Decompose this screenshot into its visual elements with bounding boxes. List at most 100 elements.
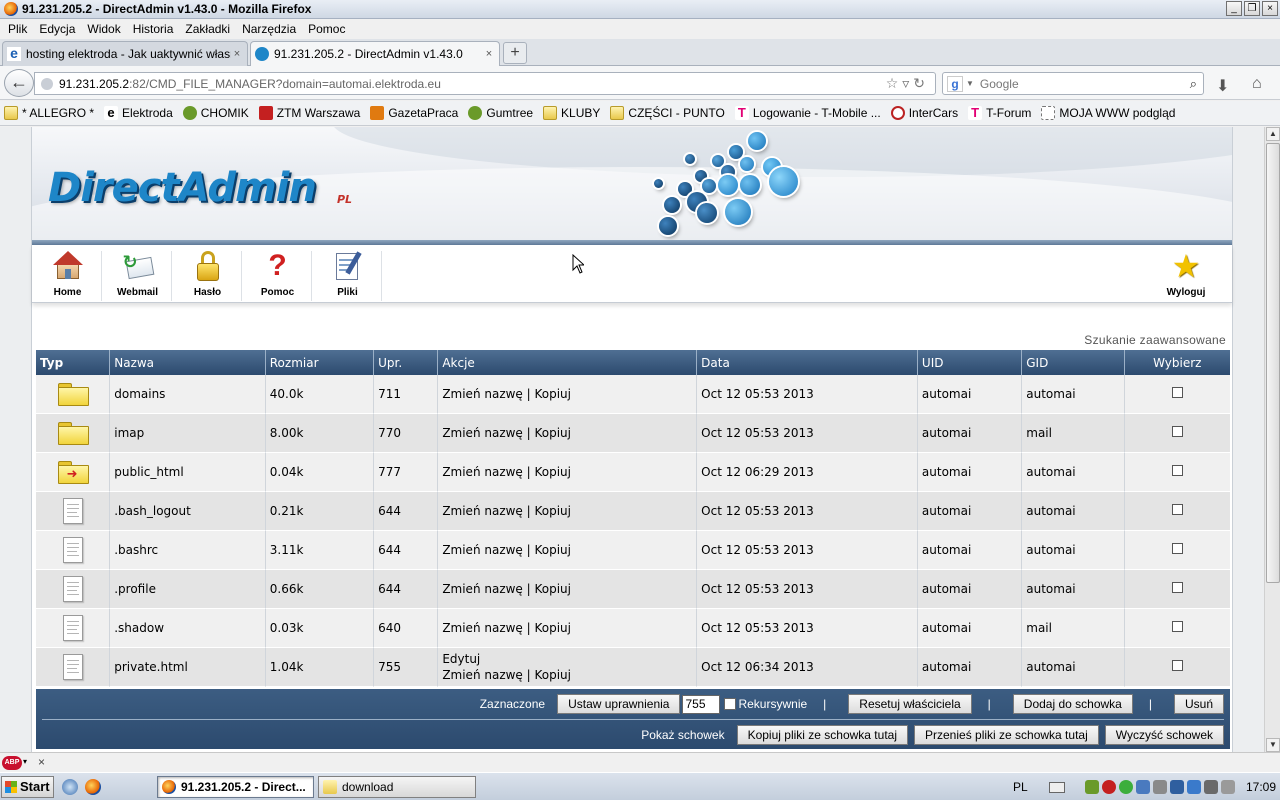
name-cell[interactable]: private.html — [110, 648, 266, 687]
menu-narzedzia[interactable]: Narzędzia — [236, 22, 302, 36]
toolbar-pliki[interactable]: Pliki — [314, 251, 382, 301]
clear-clipboard-button[interactable]: Wyczyść schowek — [1104, 725, 1224, 745]
rename-copy-links[interactable]: Zmień nazwę | Kopiuj — [442, 465, 571, 479]
folder-icon[interactable] — [57, 422, 89, 445]
col-rozmiar[interactable]: Rozmiar — [265, 350, 375, 375]
select-checkbox[interactable] — [1171, 426, 1183, 437]
name-cell[interactable]: .shadow — [110, 609, 266, 648]
move-from-clipboard-button[interactable]: Przenieś pliki ze schowka tutaj — [914, 725, 1099, 745]
maximize-button[interactable]: ❐ — [1244, 1, 1260, 16]
menu-plik[interactable]: Plik — [2, 22, 33, 36]
addon-bar-close-icon[interactable]: × — [38, 755, 45, 769]
bookmark-ztm[interactable]: ZTM Warszawa — [258, 106, 360, 120]
perm-cell[interactable]: 755 — [374, 648, 439, 687]
toolbar-home[interactable]: Home — [34, 251, 102, 301]
rename-copy-links[interactable]: Zmień nazwę | Kopiuj — [442, 387, 571, 401]
bookmark-gazetapraca[interactable]: GazetaPraca — [370, 106, 458, 120]
perm-cell[interactable]: 640 — [374, 609, 439, 648]
scroll-down-icon[interactable]: ▼ — [1266, 738, 1280, 752]
show-clipboard-label[interactable]: Pokaż schowek — [641, 728, 724, 742]
bookmark-tforum[interactable]: T T-Forum — [968, 106, 1031, 120]
toolbar-haslo[interactable]: Hasło — [174, 251, 242, 301]
bookmark-gumtree[interactable]: Gumtree — [468, 106, 533, 120]
perm-cell[interactable]: 644 — [374, 531, 439, 570]
perm-cell[interactable]: 644 — [374, 492, 439, 531]
col-typ[interactable]: Typ — [36, 350, 111, 375]
bookmark-kluby[interactable]: KLUBY — [543, 106, 600, 120]
tray-network-icon[interactable] — [1187, 780, 1201, 794]
rename-copy-links[interactable]: Zmień nazwę | Kopiuj — [442, 582, 571, 596]
tray-shield-icon[interactable] — [1085, 780, 1099, 794]
col-gid[interactable]: GID — [1022, 350, 1125, 375]
name-cell[interactable]: domains — [110, 375, 266, 414]
toolbar-webmail[interactable]: ↻ Webmail — [104, 251, 172, 301]
bookmark-moja-www[interactable]: MOJA WWW podgląd — [1041, 106, 1175, 120]
adblock-dropdown-icon[interactable]: ▾ — [23, 757, 27, 766]
bookmark-allegro[interactable]: * ALLEGRO * — [4, 106, 94, 120]
tray-tool-icon[interactable] — [1153, 780, 1167, 794]
minimize-button[interactable]: _ — [1226, 1, 1242, 16]
permission-input[interactable]: 755 — [682, 694, 721, 714]
adblock-icon[interactable]: ABP — [2, 756, 22, 770]
tab-directadmin[interactable]: 91.231.205.2 - DirectAdmin v1.43.0 × — [250, 41, 500, 66]
select-checkbox[interactable] — [1171, 387, 1183, 398]
rename-copy-links[interactable]: Zmień nazwę | Kopiuj — [442, 426, 571, 440]
name-cell[interactable]: .profile — [110, 570, 266, 609]
bookmark-elektroda[interactable]: e Elektroda — [104, 106, 173, 120]
recursive-checkbox[interactable] — [724, 698, 737, 710]
select-checkbox[interactable] — [1171, 621, 1183, 632]
select-checkbox[interactable] — [1171, 582, 1183, 593]
clock[interactable]: 17:09 — [1246, 780, 1276, 794]
folder-icon[interactable] — [57, 383, 89, 406]
col-uid[interactable]: UID — [917, 350, 1023, 375]
scroll-up-icon[interactable]: ▲ — [1266, 127, 1280, 141]
file-icon[interactable] — [62, 537, 83, 563]
col-wybierz[interactable]: Wybierz — [1124, 350, 1230, 375]
rename-copy-links[interactable]: Zmień nazwę | Kopiuj — [442, 543, 571, 557]
google-icon[interactable]: g — [947, 75, 963, 92]
bookmark-chomik[interactable]: CHOMIK — [182, 106, 249, 120]
task-download[interactable]: download — [318, 776, 476, 798]
bookmark-star-icon[interactable]: ☆▿↻ — [886, 75, 929, 92]
advanced-search-link[interactable]: Szukanie zaawansowane — [1084, 333, 1226, 347]
file-icon[interactable] — [62, 576, 83, 602]
perm-cell[interactable]: 777 — [374, 453, 439, 492]
engine-dropdown-icon[interactable]: ▼ — [966, 79, 974, 88]
perm-cell[interactable]: 770 — [374, 414, 439, 453]
col-upr[interactable]: Upr. — [374, 350, 439, 375]
task-firefox[interactable]: 91.231.205.2 - Direct... — [157, 776, 314, 798]
name-cell[interactable]: public_html — [110, 453, 266, 492]
reset-owner-button[interactable]: Resetuj właściciela — [848, 694, 972, 714]
scroll-thumb[interactable] — [1266, 143, 1280, 583]
quicklaunch-browser-icon[interactable] — [62, 779, 78, 795]
new-tab-button[interactable]: + — [503, 42, 527, 64]
menu-historia[interactable]: Historia — [127, 22, 180, 36]
download-icon[interactable]: ⬇ — [1216, 76, 1229, 96]
select-checkbox[interactable] — [1171, 543, 1183, 554]
tray-antivirus-icon[interactable] — [1102, 780, 1116, 794]
select-checkbox[interactable] — [1171, 465, 1183, 476]
menu-edycja[interactable]: Edycja — [33, 22, 81, 36]
tab-hosting-elektroda[interactable]: e hosting elektroda - Jak uaktywnić włas… — [2, 41, 248, 66]
start-button[interactable]: Start — [1, 776, 54, 798]
back-button[interactable]: ← — [4, 69, 34, 97]
name-cell[interactable]: .bash_logout — [110, 492, 266, 531]
tray-status-icon[interactable] — [1119, 780, 1133, 794]
tray-usb-icon[interactable] — [1204, 780, 1218, 794]
bookmark-czesci[interactable]: CZĘŚCI - PUNTO — [610, 106, 725, 120]
tab-close-icon[interactable]: × — [483, 48, 495, 60]
rename-copy-links[interactable]: Zmień nazwę | Kopiuj — [442, 668, 571, 682]
perm-cell[interactable]: 644 — [374, 570, 439, 609]
toolbar-pomoc[interactable]: ? Pomoc — [244, 251, 312, 301]
add-to-clipboard-button[interactable]: Dodaj do schowka — [1012, 694, 1133, 714]
tab-close-icon[interactable]: × — [231, 48, 243, 60]
col-data[interactable]: Data — [697, 350, 918, 375]
tray-app-icon[interactable] — [1136, 780, 1150, 794]
file-icon[interactable] — [62, 654, 83, 680]
page-scrollbar[interactable]: ▲ ▼ — [1264, 127, 1280, 752]
tray-display-icon[interactable] — [1170, 780, 1184, 794]
perm-cell[interactable]: 711 — [374, 375, 439, 414]
search-bar[interactable]: g ▼ Google ⌕ — [942, 72, 1204, 95]
edit-link[interactable]: Edytuj — [442, 652, 480, 666]
rename-copy-links[interactable]: Zmień nazwę | Kopiuj — [442, 504, 571, 518]
